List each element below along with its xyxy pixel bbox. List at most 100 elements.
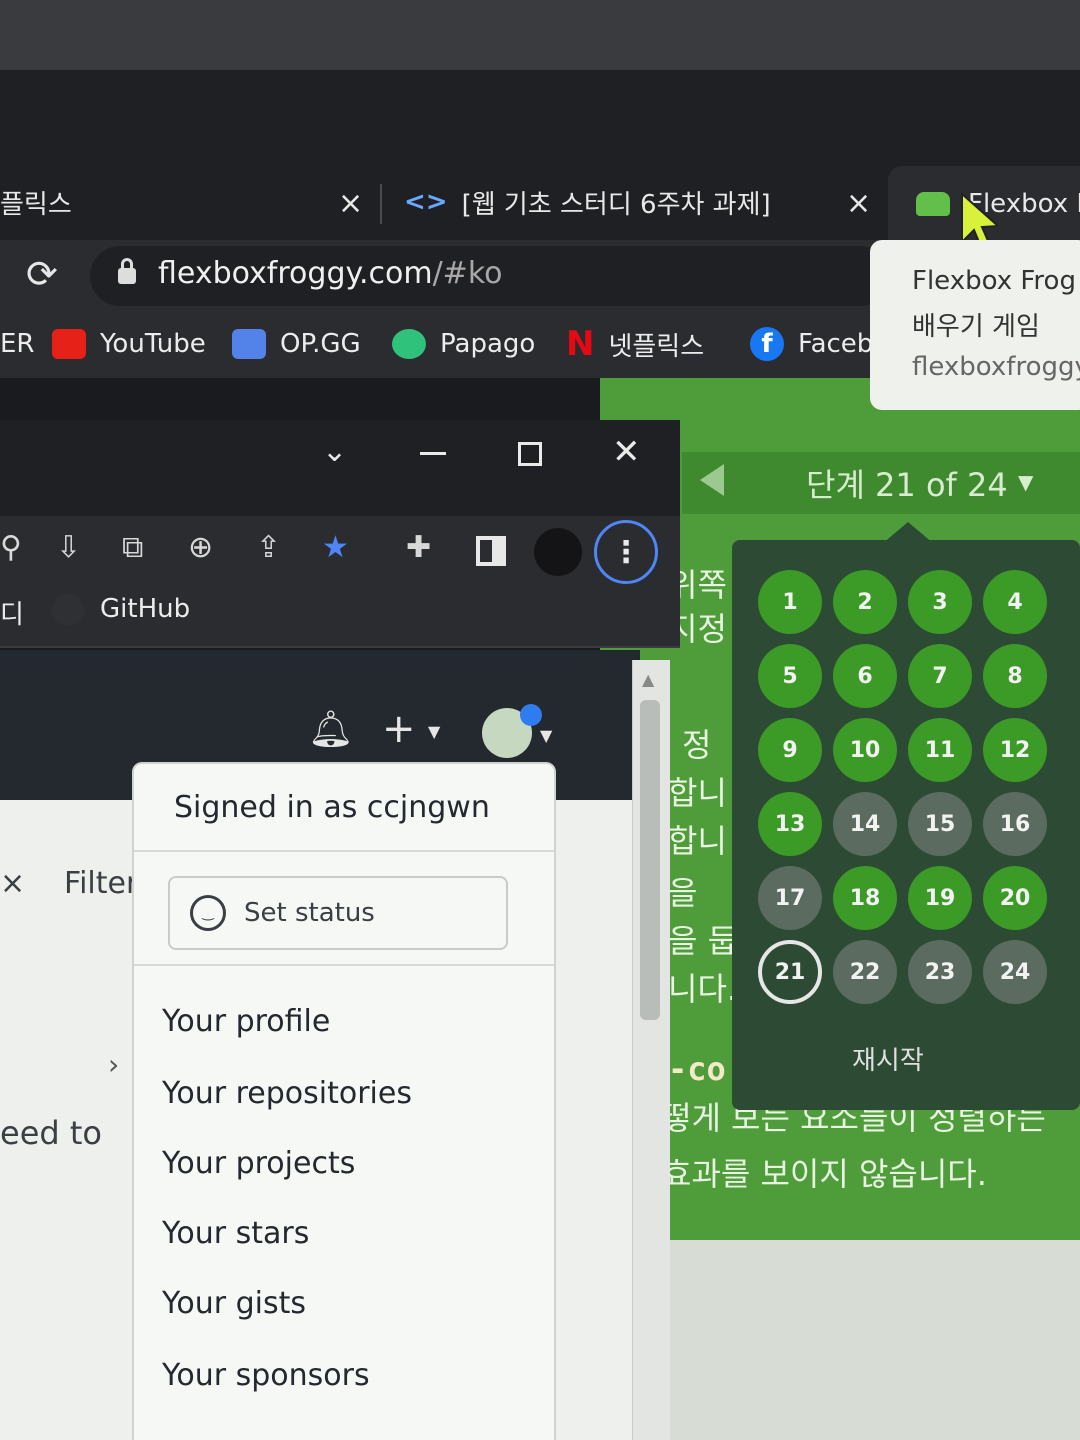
set-status-button[interactable]: ‿ Set status: [168, 876, 508, 950]
level-button-22[interactable]: 22: [833, 940, 897, 1004]
menu-item-stars[interactable]: Your stars: [162, 1216, 309, 1251]
level-button-8[interactable]: 8: [983, 644, 1047, 708]
youtube-icon: [52, 329, 86, 359]
level-button-15[interactable]: 15: [908, 792, 972, 856]
tab-close-icon[interactable]: ×: [338, 186, 363, 221]
bookmark-opgg[interactable]: OP.GG: [232, 322, 361, 366]
level-button-20[interactable]: 20: [983, 866, 1047, 930]
tab-title: 플릭스: [0, 189, 72, 220]
minimize-icon[interactable]: [420, 452, 446, 455]
more-menu-icon[interactable]: ⋮: [594, 520, 658, 584]
bookmark-papago[interactable]: Papago: [392, 322, 535, 366]
close-icon[interactable]: ×: [0, 866, 25, 901]
level-button-14[interactable]: 14: [833, 792, 897, 856]
chevron-right-icon[interactable]: ›: [108, 1048, 119, 1081]
lock-icon: [116, 258, 136, 284]
tab-hover-card: Flexbox Frog 배우기 게임 flexboxfroggy: [870, 240, 1080, 410]
profile-avatar[interactable]: [534, 528, 582, 576]
close-window-icon[interactable]: ✕: [612, 432, 641, 472]
level-button-11[interactable]: 11: [908, 718, 972, 782]
bookmark-youtube[interactable]: YouTube: [52, 322, 206, 366]
bookmark-label: Faceb: [798, 329, 874, 359]
opgg-icon: [232, 329, 266, 359]
install-app-icon[interactable]: ⇩: [56, 530, 81, 565]
level-button-23[interactable]: 23: [908, 940, 972, 1004]
chevron-down-icon[interactable]: ▼: [540, 726, 552, 745]
scroll-up-icon[interactable]: ▲: [642, 670, 654, 689]
tab-netflix[interactable]: 플릭스: [0, 170, 72, 234]
bookmark-label[interactable]: 디: [0, 594, 24, 631]
side-text: 을 둡: [668, 922, 738, 960]
bookmark-facebook[interactable]: f Faceb: [750, 322, 873, 366]
share-icon[interactable]: ⇪: [256, 530, 281, 565]
menu-item-gists[interactable]: Your gists: [162, 1286, 306, 1321]
code-snippet: -co: [668, 1050, 726, 1088]
level-button-19[interactable]: 19: [908, 866, 972, 930]
caret-down-icon[interactable]: ▼: [1018, 470, 1033, 494]
maximize-icon[interactable]: [518, 442, 542, 466]
scrollbar-thumb[interactable]: [640, 700, 660, 1020]
previous-level-icon[interactable]: [700, 464, 724, 496]
feed-text: eed to: [0, 1114, 102, 1152]
bookmark-star-icon[interactable]: ★: [322, 530, 349, 565]
hover-card-subtitle: 배우기 게임: [912, 312, 1040, 342]
menu-item-repositories[interactable]: Your repositories: [162, 1076, 412, 1111]
menu-item-profile[interactable]: Your profile: [162, 1004, 330, 1039]
divider: [134, 964, 554, 966]
level-button-16[interactable]: 16: [983, 792, 1047, 856]
bookmark-label: OP.GG: [280, 329, 361, 359]
bookmark-github[interactable]: GitHub: [100, 594, 190, 624]
restart-button[interactable]: 재시작: [852, 1040, 924, 1077]
level-select-panel: 1 2 3 4 5 6 7 8 9 10 11 12 13 14 15 16 17 18 19 20 21 22 23 24: [732, 540, 1080, 1110]
bookmark-netflix[interactable]: N 넷플릭스: [566, 322, 704, 366]
side-text: 합니: [668, 822, 727, 860]
zoom-icon[interactable]: ⊕: [188, 530, 213, 565]
bookmark-label: ER: [0, 329, 35, 359]
level-button-2[interactable]: 2: [833, 570, 897, 634]
level-button-5[interactable]: 5: [758, 644, 822, 708]
search-icon[interactable]: ⚲: [0, 530, 22, 565]
url-text[interactable]: flexboxfroggy.com/#ko: [158, 256, 502, 291]
tab-web-study[interactable]: <> [웹 기초 스터디 6주차 과제]: [404, 170, 771, 234]
tab-separator: [380, 184, 382, 224]
level-button-18[interactable]: 18: [833, 866, 897, 930]
level-button-24[interactable]: 24: [983, 940, 1047, 1004]
level-button-21[interactable]: 21: [758, 940, 822, 1004]
reload-icon[interactable]: ⟳: [26, 252, 58, 296]
create-new-plus-icon[interactable]: +: [382, 706, 416, 752]
divider: [134, 850, 554, 852]
signed-in-as: Signed in as ccjngwn: [174, 790, 490, 825]
level-button-3[interactable]: 3: [908, 570, 972, 634]
translate-icon[interactable]: ⧉: [122, 530, 143, 565]
level-button-10[interactable]: 10: [833, 718, 897, 782]
side-panel-icon[interactable]: [476, 536, 506, 566]
bookmark-er[interactable]: ER: [0, 322, 35, 366]
monitor-bezel: [0, 0, 1080, 70]
level-button-17[interactable]: 17: [758, 866, 822, 930]
set-status-label: Set status: [244, 898, 375, 928]
filter-input[interactable]: Filter: [64, 866, 138, 901]
level-button-6[interactable]: 6: [833, 644, 897, 708]
level-button-9[interactable]: 9: [758, 718, 822, 782]
bookmark-label: 넷플릭스: [608, 331, 705, 362]
tab-close-icon[interactable]: ×: [846, 186, 871, 221]
netflix-icon: N: [566, 324, 595, 364]
level-button-1[interactable]: 1: [758, 570, 822, 634]
tab-title: [웹 기초 스터디 6주차 과제]: [461, 189, 771, 220]
level-button-4[interactable]: 4: [983, 570, 1047, 634]
menu-item-projects[interactable]: Your projects: [162, 1146, 355, 1181]
level-grid: 1 2 3 4 5 6 7 8 9 10 11 12 13 14 15 16 17 18 19 20 21 22 23 24: [758, 570, 1058, 1004]
side-text: 을: [668, 874, 698, 912]
notifications-bell-icon[interactable]: 🔔︎: [308, 708, 354, 750]
chevron-down-icon[interactable]: ⌄: [322, 434, 347, 469]
tab-flexbox-froggy-label[interactable]: Flexbox F: [916, 172, 1080, 236]
extensions-icon[interactable]: ✚: [406, 530, 431, 565]
hover-card-domain: flexboxfroggy: [912, 352, 1080, 382]
level-button-12[interactable]: 12: [983, 718, 1047, 782]
papago-icon: [392, 329, 426, 359]
level-indicator[interactable]: 단계 21 of 24: [806, 460, 1008, 506]
chevron-down-icon[interactable]: ▼: [428, 722, 440, 741]
level-button-7[interactable]: 7: [908, 644, 972, 708]
level-button-13[interactable]: 13: [758, 792, 822, 856]
menu-item-sponsors[interactable]: Your sponsors: [162, 1358, 370, 1393]
